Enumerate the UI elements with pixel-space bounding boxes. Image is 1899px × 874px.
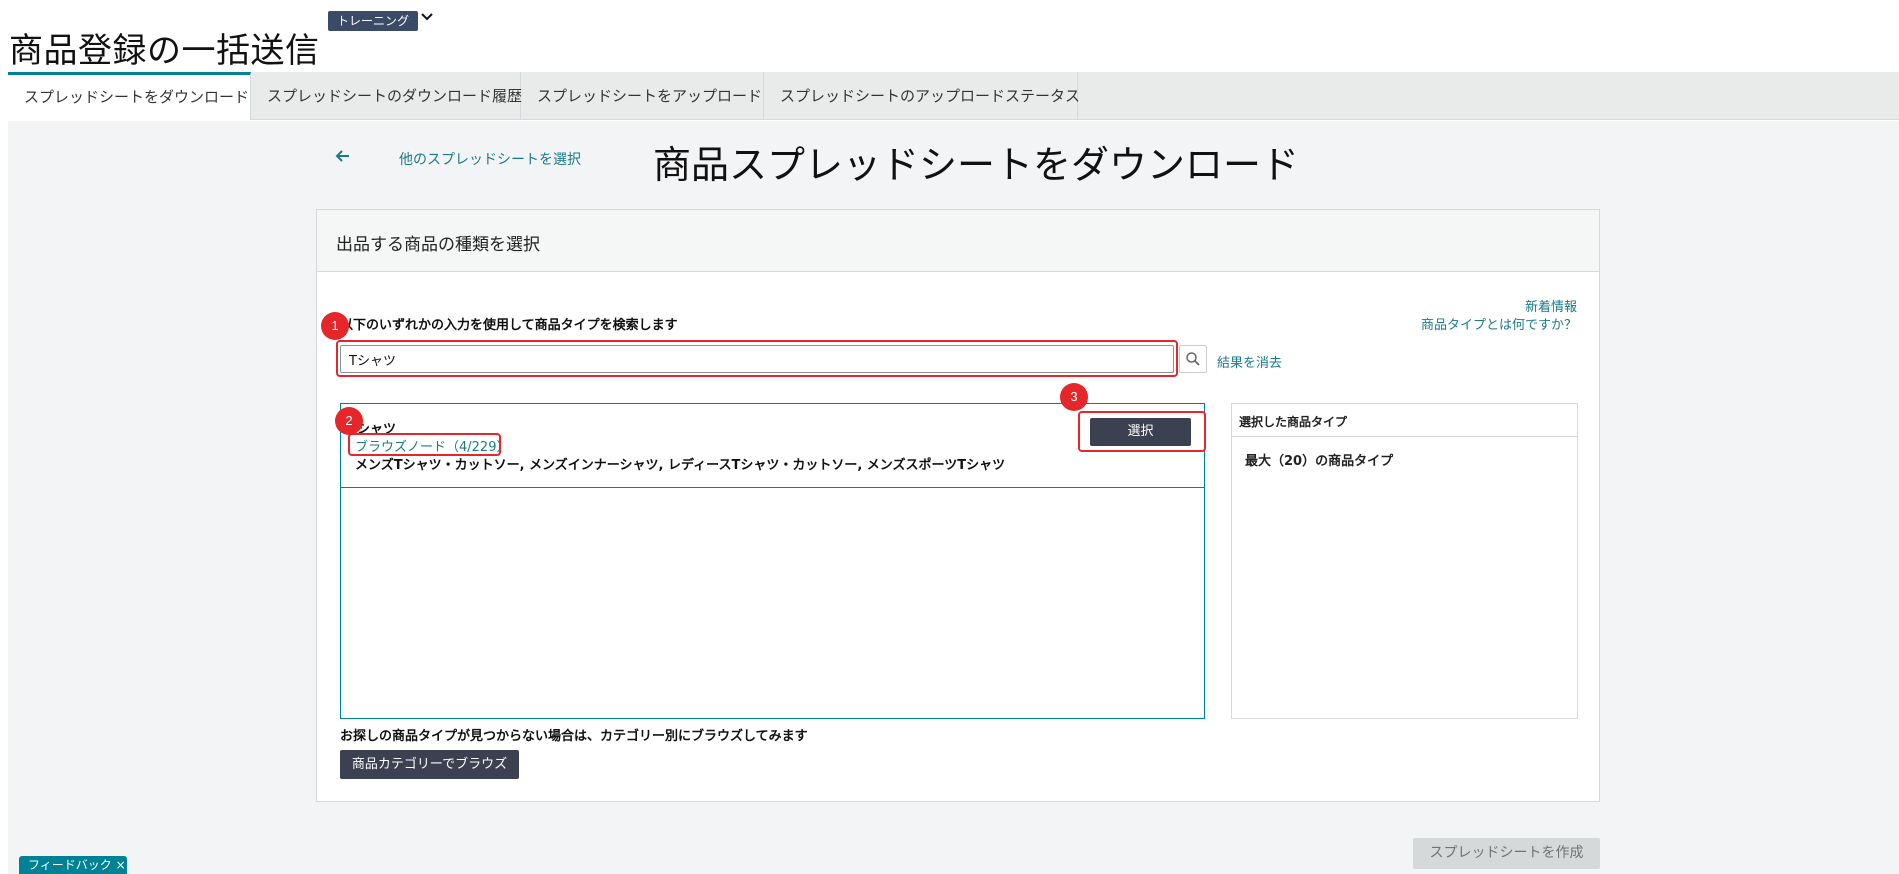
annotation-marker-1: 1 bbox=[321, 312, 349, 340]
training-badge[interactable]: トレーニング bbox=[328, 11, 419, 31]
page-root: トレーニング 商品登録の一括送信 スプレッドシートをダウンロード スプレッドシー… bbox=[0, 0, 1899, 874]
tab-download-spreadsheet[interactable]: スプレッドシートをダウンロード bbox=[8, 72, 251, 120]
selected-header-text: 選択した商品タイプ bbox=[1239, 415, 1348, 429]
tab-download-history[interactable]: スプレッドシートのダウンロード履歴 bbox=[251, 72, 522, 120]
annotation-marker-3: 3 bbox=[1060, 383, 1088, 411]
feedback-tab[interactable]: フィードバック × bbox=[19, 856, 127, 874]
clear-results-link[interactable]: 結果を消去 bbox=[1217, 352, 1282, 371]
select-other-spreadsheet-link[interactable]: 他のスプレッドシートを選択 bbox=[399, 149, 581, 169]
annotation-box-browse-node bbox=[348, 433, 501, 456]
search-icon bbox=[1186, 352, 1200, 366]
panel-header: 出品する商品の種類を選択 bbox=[317, 210, 1599, 272]
annotation-box-search bbox=[336, 340, 1178, 377]
annotation-box-select bbox=[1078, 411, 1206, 452]
result-description: メンズTシャツ・カットソー, メンズインナーシャツ, レディースTシャツ・カット… bbox=[355, 458, 1006, 473]
annotation-marker-2: 2 bbox=[335, 407, 363, 435]
what-is-product-type-link[interactable]: 商品タイプとは何ですか？ bbox=[1421, 314, 1577, 333]
main-heading: 商品スプレッドシートをダウンロード bbox=[653, 143, 1300, 187]
not-found-hint: お探しの商品タイプが見つからない場合は、カテゴリー別にブラウズしてみます bbox=[340, 729, 808, 744]
tab-upload-spreadsheet[interactable]: スプレッドシートをアップロード bbox=[521, 72, 764, 120]
selected-product-types-box: 選択した商品タイプ 最大（20）の商品タイプ bbox=[1231, 403, 1578, 719]
search-button[interactable] bbox=[1179, 345, 1207, 373]
page-title: 商品登録の一括送信 bbox=[9, 31, 320, 71]
create-spreadsheet-button[interactable]: スプレッドシートを作成 bbox=[1413, 838, 1600, 869]
back-arrow-icon[interactable] bbox=[334, 147, 352, 165]
selected-header: 選択した商品タイプ bbox=[1232, 404, 1577, 437]
chevron-down-icon[interactable] bbox=[418, 8, 436, 26]
browse-by-category-button[interactable]: 商品カテゴリーでブラウズ bbox=[340, 750, 519, 779]
new-info-link[interactable]: 新着情報 bbox=[1525, 296, 1577, 315]
panel-header-text: 出品する商品の種類を選択 bbox=[336, 235, 540, 255]
selected-max-text: 最大（20）の商品タイプ bbox=[1245, 454, 1394, 469]
tab-bar: スプレッドシートをダウンロード スプレッドシートのダウンロード履歴 スプレッドシ… bbox=[8, 72, 1899, 120]
tab-upload-status[interactable]: スプレッドシートのアップロードステータス bbox=[764, 72, 1080, 120]
product-type-panel: 出品する商品の種類を選択 新着情報 商品タイプとは何ですか？ 以下のいずれかの入… bbox=[316, 209, 1600, 802]
search-label: 以下のいずれかの入力を使用して商品タイプを検索します bbox=[340, 318, 678, 333]
